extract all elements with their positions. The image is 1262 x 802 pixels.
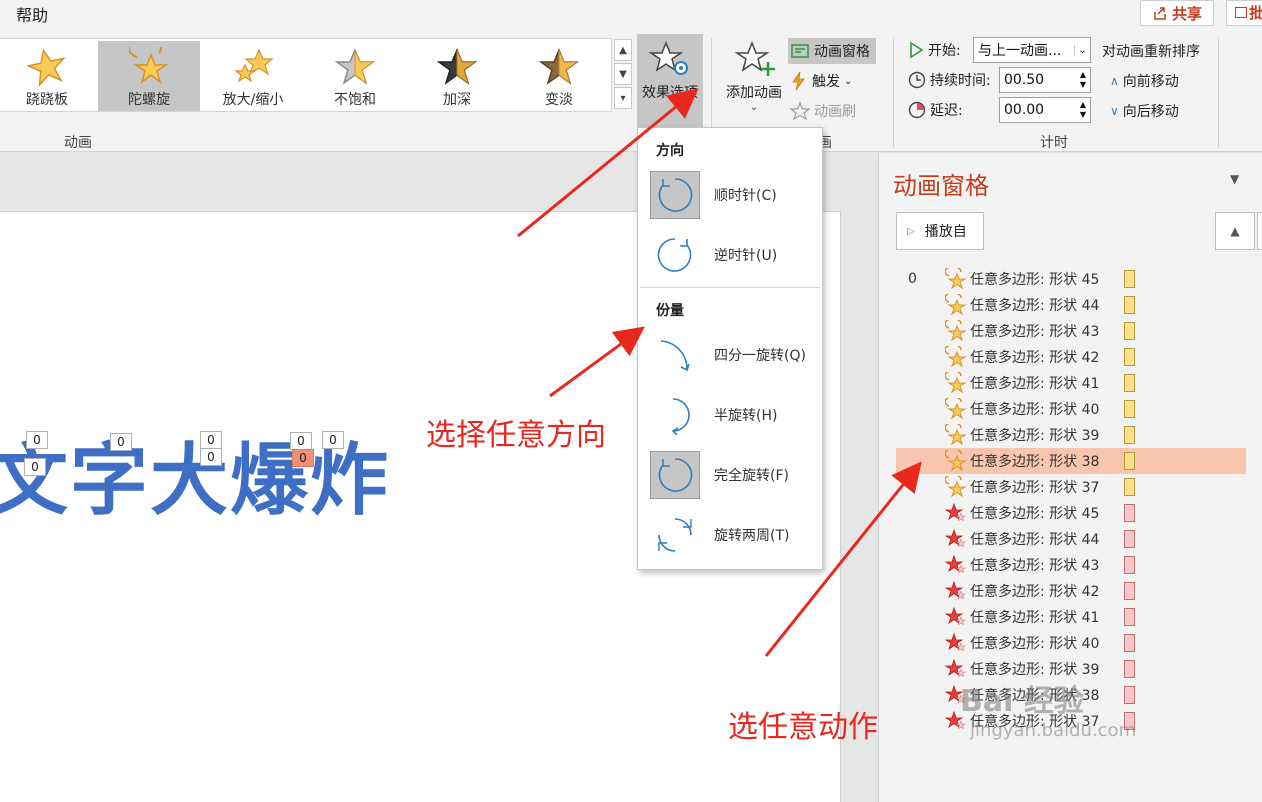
watermark-logo: Bai 经验 (960, 684, 1084, 719)
annotation-choose-direction: 选择任意方向 (426, 418, 606, 453)
annotation-choose-action: 选任意动作 (728, 710, 878, 745)
watermark-url: jingyan.baidu.com (970, 720, 1137, 741)
arrow-to-amount (549, 326, 645, 398)
watermark: Bai 经验 jingyan.baidu.com (960, 676, 1136, 741)
arrow-to-effect-options (517, 88, 699, 238)
arrow-to-animation-row (764, 461, 922, 657)
